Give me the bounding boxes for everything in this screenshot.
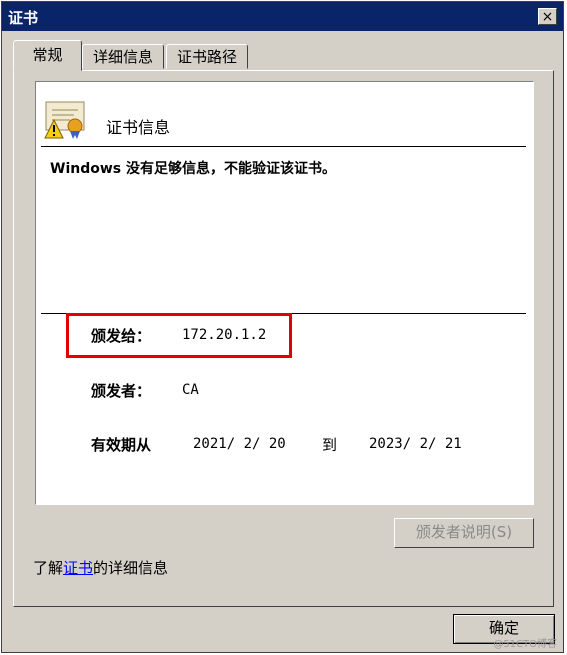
close-icon: × [541, 8, 554, 25]
verification-warning: Windows 没有足够信息，不能验证该证书。 [50, 161, 336, 177]
issued-by-label: 颁发者： [91, 382, 152, 400]
close-button[interactable]: × [538, 8, 557, 25]
title-bar[interactable]: 证书 × [2, 2, 563, 31]
issued-to-label: 颁发给： [91, 327, 152, 345]
tab-details[interactable]: 详细信息 [82, 44, 164, 69]
tab-general[interactable]: 常规 [13, 40, 82, 71]
certificate-info-title: 证书信息 [106, 118, 171, 137]
certificate-dialog: 证书 × 常规 详细信息 证书路径 证书信息 Windows 没有足够信息，不能… [1, 1, 564, 653]
tab-certification-path[interactable]: 证书路径 [166, 44, 248, 69]
watermark: @51CTO博客 [493, 639, 557, 650]
valid-from-date: 2021/ 2/ 20 [193, 436, 286, 452]
certificate-info-box: 证书信息 Windows 没有足够信息，不能验证该证书。 颁发给： 172.20… [35, 81, 534, 505]
issuer-statement-button[interactable]: 颁发者说明(S) [394, 518, 534, 548]
window-title: 证书 [8, 9, 39, 27]
valid-to-date: 2023/ 2/ 21 [369, 436, 462, 452]
title-divider [41, 146, 526, 147]
valid-from-label: 有效期从 [91, 436, 152, 454]
valid-to-word: 到 [322, 436, 338, 454]
learn-more-text: 了解证书的详细信息 [33, 557, 168, 578]
issued-to-value: 172.20.1.2 [182, 327, 267, 343]
learn-more-suffix: 的详细信息 [93, 559, 169, 577]
certificate-warning-icon [44, 101, 85, 139]
certificate-help-link[interactable]: 证书 [63, 559, 93, 577]
issued-by-value: CA [182, 382, 199, 398]
learn-more-prefix: 了解 [33, 559, 64, 577]
